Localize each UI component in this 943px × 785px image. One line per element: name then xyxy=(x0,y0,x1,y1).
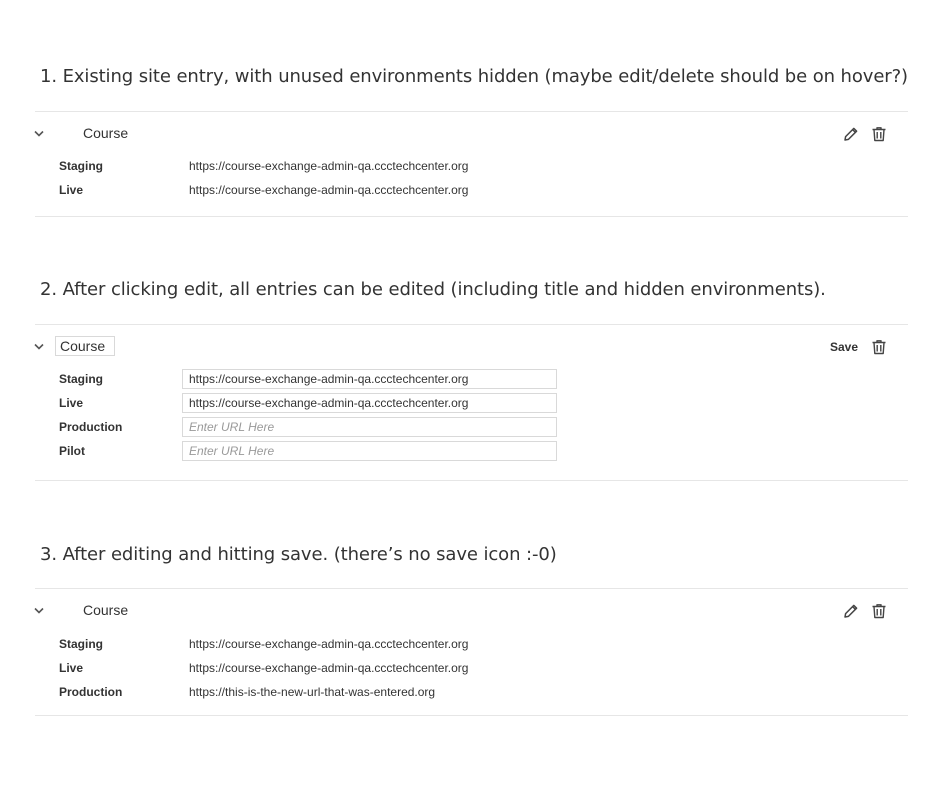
site-entry-header: Course xyxy=(33,112,908,156)
env-row-live: Live xyxy=(59,391,899,415)
chevron-down-icon[interactable] xyxy=(33,127,45,139)
env-row-live: Live https://course-exchange-admin-qa.cc… xyxy=(59,178,899,202)
env-row-pilot: Pilot xyxy=(59,439,899,463)
pencil-icon[interactable] xyxy=(842,125,860,143)
env-label: Staging xyxy=(59,637,103,651)
section-editing-entry: 2. After clicking edit, all entries can … xyxy=(34,277,908,481)
env-row-staging: Staging https://course-exchange-admin-qa… xyxy=(59,632,899,656)
env-label: Staging xyxy=(59,372,103,386)
site-entry-header: Course xyxy=(33,589,908,633)
env-url-input[interactable] xyxy=(182,393,557,413)
env-url: https://course-exchange-admin-qa.ccctech… xyxy=(189,159,469,173)
entry-actions xyxy=(842,125,888,143)
section-after-save: 3. After editing and hitting save. (ther… xyxy=(34,542,908,716)
trash-icon[interactable] xyxy=(870,602,888,620)
trash-icon[interactable] xyxy=(870,338,888,356)
env-label: Pilot xyxy=(59,444,85,458)
env-row-staging: Staging xyxy=(59,367,899,391)
env-label: Live xyxy=(59,661,84,675)
section-heading: 2. After clicking edit, all entries can … xyxy=(40,279,826,300)
chevron-down-icon[interactable] xyxy=(33,340,45,352)
env-url-input[interactable] xyxy=(182,369,557,389)
env-row-production: Production https://this-is-the-new-url-t… xyxy=(59,680,899,704)
save-button[interactable]: Save xyxy=(830,340,858,354)
section-heading: 1. Existing site entry, with unused envi… xyxy=(40,66,908,87)
trash-icon[interactable] xyxy=(870,125,888,143)
site-entry-card: Course Staging https://course-exchange-a… xyxy=(33,588,908,716)
entry-actions: Save xyxy=(830,338,888,356)
env-row-production: Production xyxy=(59,415,899,439)
section-existing-entry: 1. Existing site entry, with unused envi… xyxy=(34,64,908,217)
site-title: Course xyxy=(83,602,129,618)
env-label: Live xyxy=(59,183,84,197)
env-label: Staging xyxy=(59,159,103,173)
chevron-down-icon[interactable] xyxy=(33,604,45,616)
env-url: https://this-is-the-new-url-that-was-ent… xyxy=(189,685,436,699)
env-label: Production xyxy=(59,685,123,699)
site-title: Course xyxy=(83,125,129,141)
site-entry-card-edit: Save Staging Live Production Pilot xyxy=(33,324,908,481)
env-url: https://course-exchange-admin-qa.ccctech… xyxy=(189,637,469,651)
env-url: https://course-exchange-admin-qa.ccctech… xyxy=(189,183,469,197)
env-label: Production xyxy=(59,420,123,434)
env-url: https://course-exchange-admin-qa.ccctech… xyxy=(189,661,469,675)
site-title-input[interactable] xyxy=(55,336,115,356)
pencil-icon[interactable] xyxy=(842,602,860,620)
section-heading: 3. After editing and hitting save. (ther… xyxy=(40,544,557,565)
env-url-input[interactable] xyxy=(182,441,557,461)
env-row-staging: Staging https://course-exchange-admin-qa… xyxy=(59,154,899,178)
env-url-input[interactable] xyxy=(182,417,557,437)
site-entry-card: Course Staging https://course-exchange-a… xyxy=(33,111,908,217)
site-entry-header: Save xyxy=(33,325,908,369)
env-row-live: Live https://course-exchange-admin-qa.cc… xyxy=(59,656,899,680)
entry-actions xyxy=(842,602,888,620)
env-label: Live xyxy=(59,396,84,410)
